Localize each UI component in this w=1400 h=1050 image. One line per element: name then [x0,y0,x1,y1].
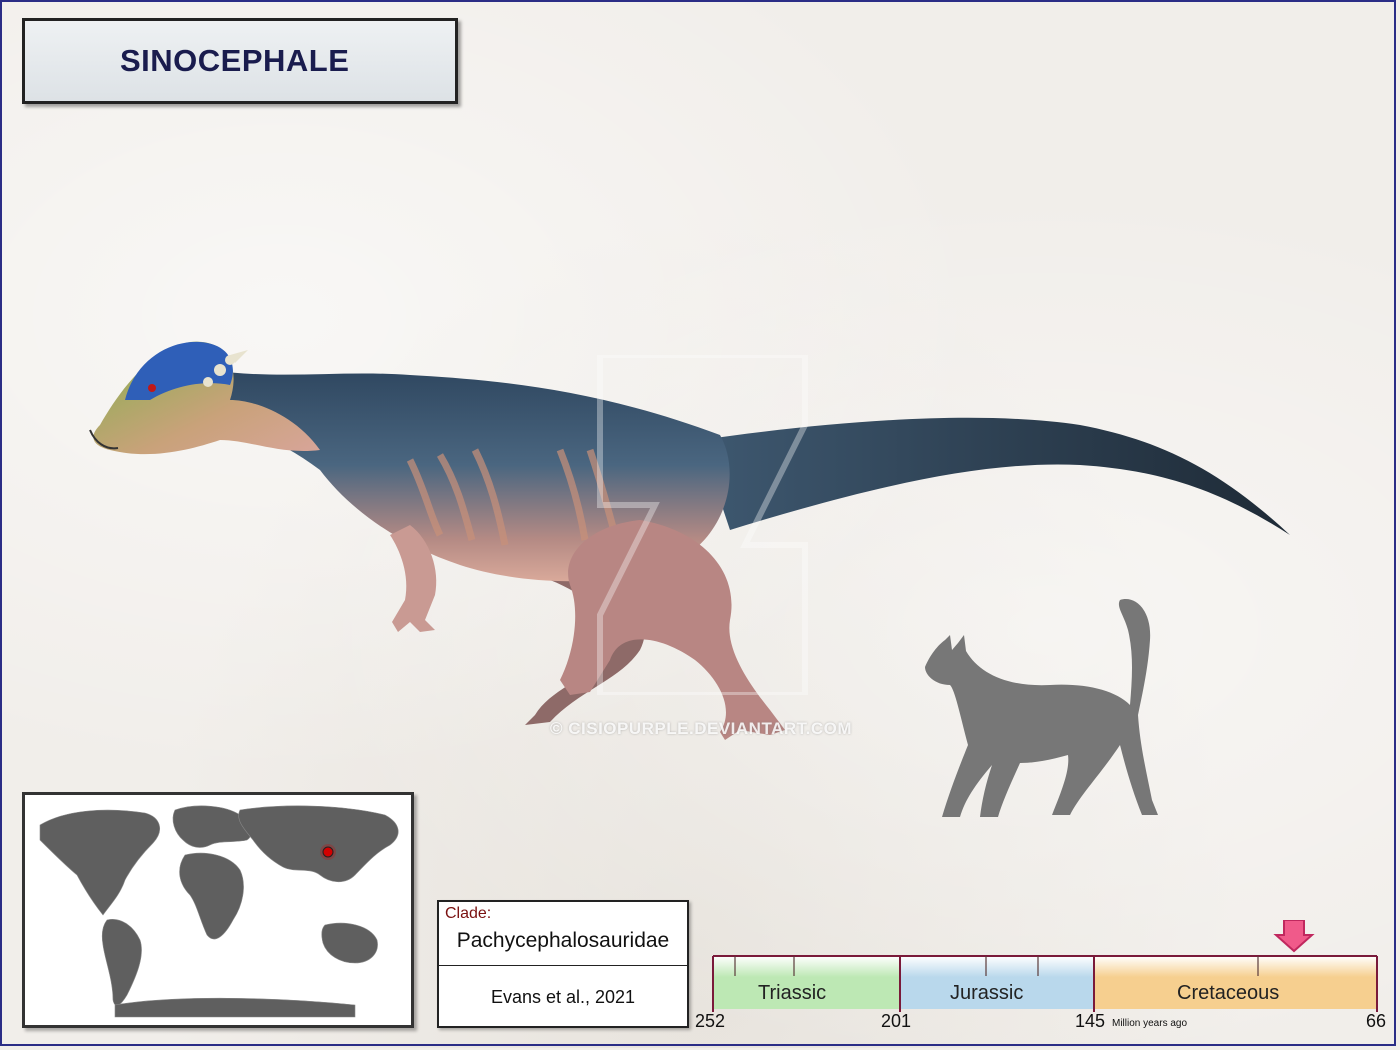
watermark-text: © CISIOPURPLE.DEVIANTART.COM [550,719,853,738]
clade-authority: Evans et al., 2021 [490,987,636,1007]
deviantart-logo-watermark [597,355,808,695]
tick-145: 145 [1075,1011,1106,1031]
world-map [39,805,399,1018]
geologic-timeline: Triassic Jurassic Cretaceous 252 201 145… [690,920,1390,1040]
clade-name: Pachycephalosauridae [456,929,670,952]
clade-label: Clade: [445,905,492,922]
period-triassic: Triassic [758,982,827,1004]
tick-252: 252 [695,1011,726,1031]
clade-divider [439,965,687,966]
period-jurassic: Jurassic [950,982,1024,1004]
tick-201: 201 [881,1011,912,1031]
unit-label: Million years ago [1112,1018,1188,1029]
tick-66: 66 [1366,1011,1387,1031]
page-title: SINOCEPHALE [120,43,350,78]
period-cretaceous: Cretaceous [1177,982,1280,1004]
time-marker-arrow-icon [1273,920,1315,953]
title-plaque: SINOCEPHALE [22,18,458,104]
world-map-panel [22,792,414,1028]
timeline-bar [712,920,1378,1012]
clade-panel: Clade: Pachycephalosauridae Evans et al.… [437,900,689,1028]
cat-silhouette-icon [925,599,1158,817]
